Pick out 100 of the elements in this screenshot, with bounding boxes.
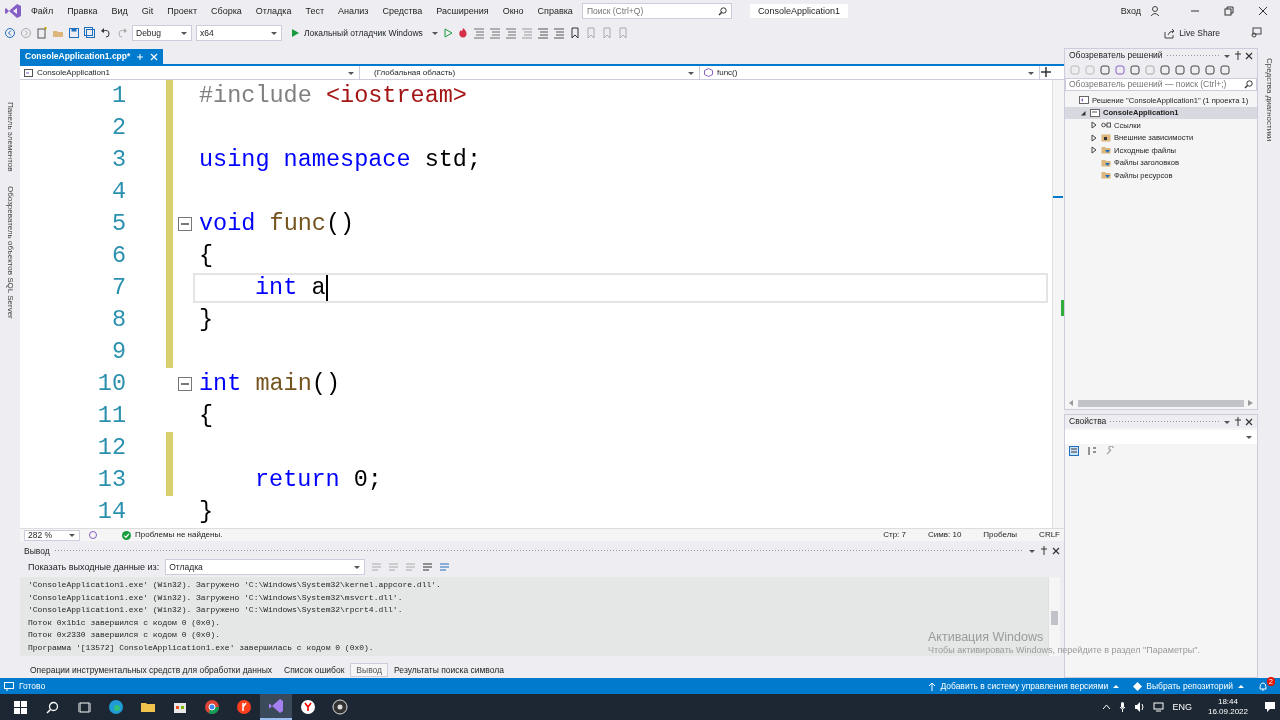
browser-icon[interactable]	[204, 699, 220, 715]
pin-icon[interactable]	[1234, 417, 1242, 426]
menu-item[interactable]: Правка	[62, 4, 103, 18]
undo-icon[interactable]	[100, 27, 112, 39]
browser-icon[interactable]	[108, 699, 124, 715]
bookmark-icon[interactable]	[568, 27, 581, 39]
cursor-position[interactable]: Симв: 10	[928, 530, 962, 540]
task-view-icon[interactable]	[77, 700, 91, 714]
record-icon[interactable]	[332, 699, 348, 715]
search-field[interactable]: Обозреватель решений — поиск (Ctrl+;)	[1069, 79, 1244, 90]
panel-title: Вывод	[24, 545, 50, 556]
code-line: return 0;	[254, 465, 383, 495]
scroll-right-icon[interactable]	[1248, 400, 1253, 406]
play-outline-icon[interactable]	[442, 28, 453, 38]
caret-icon[interactable]	[1223, 418, 1231, 425]
caret-icon	[687, 69, 695, 76]
menu-item[interactable]: Справка	[532, 4, 578, 18]
menu-item[interactable]: Средства	[377, 4, 428, 18]
save-all-icon[interactable]	[84, 27, 96, 39]
side-tab[interactable]: Обозреватель объектов SQL Server	[5, 185, 15, 319]
menu-item[interactable]: Файл	[26, 4, 59, 18]
panel-tab[interactable]: Результаты поиска символа	[388, 662, 510, 678]
panel-tab[interactable]: Операции инструментальных средств для обработки данных	[24, 662, 279, 678]
caret-icon[interactable]	[1028, 547, 1036, 554]
panel-tab[interactable]: Список ошибок	[278, 662, 351, 678]
speaker-icon[interactable]	[1134, 702, 1146, 712]
keyboard-language[interactable]: ENG	[1172, 701, 1192, 713]
person-icon[interactable]	[1150, 5, 1162, 17]
split-icon[interactable]	[1040, 66, 1052, 78]
output-source-select[interactable]: Отладка	[165, 559, 366, 576]
caret-icon[interactable]	[1223, 52, 1231, 59]
side-tab[interactable]: Панель элементов	[5, 102, 15, 172]
categorized-icon[interactable]	[1069, 446, 1079, 456]
sort-icon[interactable]	[1087, 446, 1097, 456]
caret-icon[interactable]	[430, 30, 439, 36]
restore-icon[interactable]	[1224, 6, 1234, 16]
collapsed-arrow-icon[interactable]	[1090, 146, 1098, 155]
sign-in-link[interactable]: Вход	[1115, 4, 1146, 18]
menu-item[interactable]: Проект	[162, 4, 202, 18]
microphone-icon[interactable]	[1119, 702, 1127, 712]
pin-icon[interactable]	[1234, 51, 1242, 60]
start-icon[interactable]	[13, 700, 27, 714]
app-logo-icon[interactable]	[268, 698, 284, 714]
expanded-arrow-icon[interactable]	[1079, 108, 1087, 117]
close-icon[interactable]	[1245, 417, 1253, 426]
menu-item[interactable]: Анализ	[333, 4, 374, 18]
issues-status[interactable]: Проблемы не найдены.	[135, 530, 223, 540]
line-ending[interactable]: CRLF	[1039, 530, 1060, 540]
feedback-icon[interactable]	[1250, 27, 1262, 39]
menu-item[interactable]: Тест	[300, 4, 330, 18]
browser-icon[interactable]	[300, 699, 316, 715]
panel-title: Свойства	[1069, 416, 1107, 427]
clock-date[interactable]: 16.09.2022	[1207, 707, 1248, 717]
project-dropdown[interactable]: ConsoleApplication1	[20, 66, 360, 79]
menu-item[interactable]: Вид	[106, 4, 133, 18]
close-icon[interactable]	[1052, 546, 1060, 555]
menu-item[interactable]: Сборка	[206, 4, 247, 18]
network-icon[interactable]	[1153, 702, 1165, 712]
activation-title: Активация Windows	[928, 630, 1045, 645]
menu-item[interactable]: Окно	[497, 4, 529, 18]
configuration-select[interactable]: Debug	[132, 25, 192, 41]
bell-icon[interactable]	[1258, 681, 1268, 692]
flame-icon[interactable]	[456, 27, 469, 39]
member-dropdown[interactable]: func()	[700, 66, 1040, 79]
collapse-icon[interactable]	[177, 216, 193, 232]
zoom-select[interactable]: 282 %	[24, 529, 80, 541]
circle-icon[interactable]	[236, 699, 252, 715]
side-tab[interactable]: Средства диагностики	[1264, 58, 1274, 678]
chevron-up-icon[interactable]	[1102, 704, 1112, 710]
platform-select[interactable]: x64	[196, 25, 282, 41]
menu-item[interactable]: Отладка	[250, 4, 297, 18]
search-box[interactable]: Обозреватель решений — поиск (Ctrl+;)	[1065, 78, 1257, 91]
cube-icon	[704, 68, 713, 77]
menu-item[interactable]: Расширения	[431, 4, 494, 18]
live-share-button[interactable]: Live Share	[1160, 26, 1224, 40]
close-icon[interactable]	[1245, 51, 1253, 60]
notification-center-icon[interactable]	[1264, 701, 1276, 713]
scrollbar[interactable]	[1052, 80, 1064, 528]
scope-dropdown[interactable]: (Глобальная область)	[360, 66, 700, 79]
start-debugging-button[interactable]: Локальный отладчик Windows	[286, 26, 427, 40]
indent-mode[interactable]: Пробелы	[983, 530, 1018, 540]
line-number: 5	[110, 209, 126, 239]
scrollbar[interactable]	[1078, 399, 1244, 407]
source-control-link[interactable]: Добавить в систему управления версиями	[940, 680, 1109, 692]
search-icon[interactable]	[45, 700, 59, 714]
collapsed-arrow-icon[interactable]	[1090, 133, 1098, 142]
repository-link[interactable]: Выбрать репозиторий	[1146, 680, 1233, 692]
new-file-icon[interactable]	[36, 27, 48, 39]
collapsed-arrow-icon[interactable]	[1090, 121, 1098, 130]
scroll-left-icon[interactable]	[1069, 400, 1074, 406]
search-box[interactable]: Поиск (Ctrl+Q)	[581, 3, 732, 19]
cursor-position[interactable]: Стр: 7	[883, 530, 906, 540]
pin-icon[interactable]	[1040, 546, 1048, 556]
menu-item[interactable]: Git	[136, 4, 159, 18]
search-field[interactable]: Поиск (Ctrl+Q)	[586, 5, 714, 17]
save-icon[interactable]	[68, 27, 80, 39]
close-icon[interactable]	[1258, 6, 1268, 16]
collapse-icon[interactable]	[177, 376, 193, 392]
panel-tab[interactable]: Вывод	[350, 662, 389, 678]
clock-time[interactable]: 18:44	[1217, 697, 1238, 707]
